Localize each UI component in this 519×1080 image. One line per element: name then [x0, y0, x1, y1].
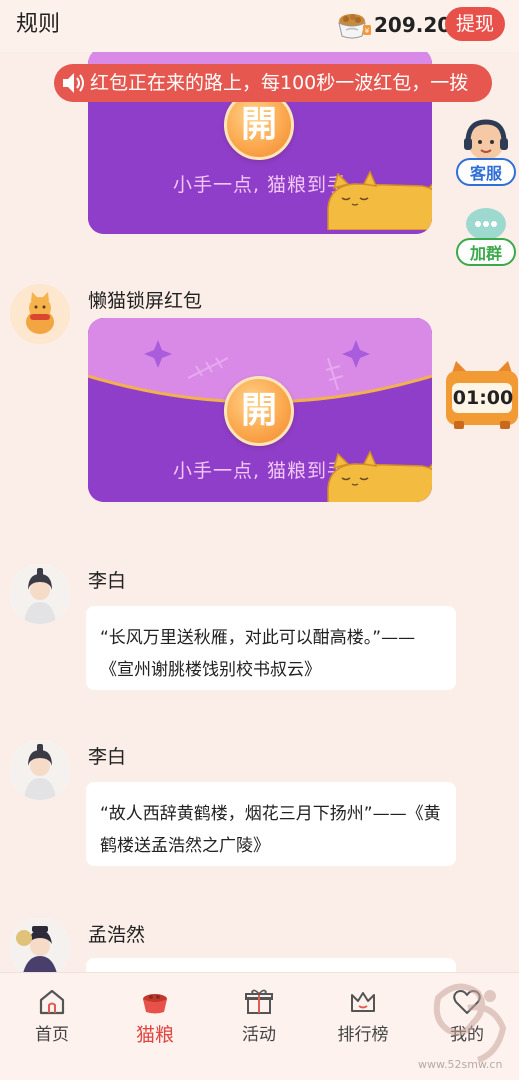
- watermark-url: www.52smw.cn: [418, 1058, 503, 1071]
- red-packet-card[interactable]: 開 小手一点, 猫粮到手: [88, 318, 432, 502]
- gift-icon: [245, 989, 273, 1014]
- join-group-button[interactable]: 加群: [454, 204, 518, 270]
- sender-name: 孟浩然: [88, 924, 146, 946]
- nav-leaderboard[interactable]: 排行榜: [323, 973, 403, 1053]
- poet-avatar-icon: [10, 564, 70, 624]
- countdown-timer[interactable]: 01:00: [444, 357, 519, 431]
- avatar[interactable]: [10, 740, 70, 800]
- home-icon: [39, 989, 65, 1015]
- message-feed[interactable]: 開 小手一点, 猫粮到手 懒猫锁屏红包 開 小手一点, 猫粮到手 李白 “长风万…: [0, 52, 519, 972]
- quote-card: “长风万里送秋雁，对此可以酣高楼。”——《宣州谢朓楼饯别校书叔云》: [86, 606, 456, 690]
- poet-avatar-icon: [10, 918, 70, 972]
- svg-text:¥: ¥: [365, 27, 370, 35]
- nav-home[interactable]: 首页: [12, 973, 92, 1053]
- sender-name: 懒猫锁屏红包: [88, 290, 203, 312]
- quote-card: “故人西辞黄鹤楼，烟花三月下扬州”——《黄鹤楼送孟浩然之广陵》: [86, 782, 456, 866]
- lying-cat-icon: [327, 450, 432, 502]
- balance-amount: 209.20: [374, 13, 452, 37]
- nav-activity[interactable]: 活动: [219, 973, 299, 1053]
- quote-card: [86, 958, 456, 972]
- avatar[interactable]: [10, 284, 70, 344]
- timer-text: 01:00: [452, 387, 514, 409]
- rules-link[interactable]: 规则: [16, 10, 60, 40]
- avatar[interactable]: [10, 918, 70, 972]
- nav-label: 猫粮: [135, 1024, 174, 1046]
- nav-label: 首页: [35, 1025, 69, 1045]
- open-red-packet-button[interactable]: 開: [224, 376, 294, 446]
- avatar[interactable]: [10, 564, 70, 624]
- announcement-marquee: 红包正在来的路上，每100秒一波红包，一拨: [54, 64, 492, 102]
- customer-service-label: 客服: [456, 158, 516, 186]
- orange-cat-avatar-icon: [10, 284, 70, 344]
- top-bar: 规则 ¥ 209.20 提现: [0, 0, 519, 52]
- nav-label: 排行榜: [337, 1025, 389, 1045]
- cat-food-bowl-icon: ¥: [338, 14, 371, 39]
- join-group-label: 加群: [456, 238, 516, 266]
- nav-cat-food[interactable]: 猫粮: [115, 973, 195, 1053]
- sender-name: 李白: [88, 570, 127, 592]
- withdraw-button[interactable]: 提现: [445, 7, 505, 41]
- speaker-icon: [63, 73, 84, 93]
- lying-cat-icon: [327, 170, 432, 230]
- poet-avatar-icon: [10, 740, 70, 800]
- nav-label: 活动: [242, 1025, 276, 1045]
- customer-service-button[interactable]: 客服: [454, 118, 518, 190]
- sender-name: 李白: [88, 746, 127, 768]
- cat-food-icon: [143, 994, 167, 1014]
- crown-icon: [351, 992, 375, 1012]
- marquee-text: 红包正在来的路上，每100秒一波红包，一拨: [90, 72, 469, 94]
